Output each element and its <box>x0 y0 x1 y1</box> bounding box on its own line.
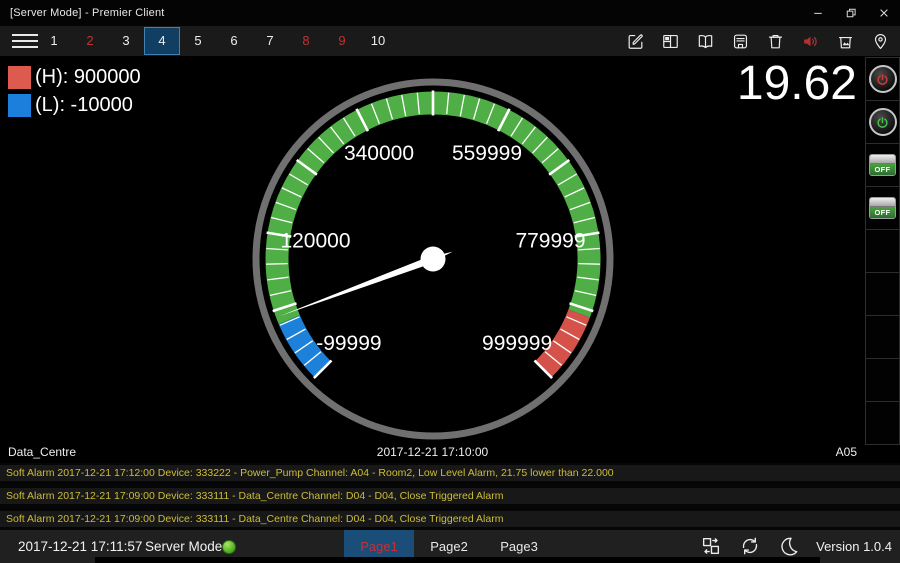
panel-cell-empty <box>865 358 900 402</box>
legend-high-row: (H): 900000 <box>8 66 141 89</box>
panel-cell-switch-off: OFF <box>865 143 900 187</box>
minimize-button[interactable] <box>801 0 834 26</box>
pages-icon <box>700 535 722 557</box>
toolbar-tab-6[interactable]: 6 <box>216 27 252 55</box>
alarm-row[interactable]: Soft Alarm 2017-12-21 17:09:00 Device: 3… <box>0 511 900 527</box>
night-button[interactable] <box>777 535 801 559</box>
svg-text:779999: 779999 <box>515 229 585 252</box>
switch-off-label: OFF <box>870 207 895 218</box>
high-alarm-swatch <box>8 66 31 89</box>
edit-icon <box>626 32 645 51</box>
window-title: [Server Mode] - Premier Client <box>10 7 165 19</box>
toolbar-tab-3[interactable]: 3 <box>108 27 144 55</box>
toolbar-tab-8[interactable]: 8 <box>288 27 324 55</box>
low-alarm-label: (L): -10000 <box>35 94 133 117</box>
gauge-timestamp: 2017-12-21 17:10:00 <box>0 445 865 459</box>
edit-button[interactable] <box>618 26 653 56</box>
snapshot-button[interactable] <box>828 26 863 56</box>
window-controls <box>801 0 900 26</box>
layout-button[interactable] <box>653 26 688 56</box>
speaker-icon <box>801 32 820 51</box>
low-alarm-swatch <box>8 94 31 117</box>
statusbar-icons <box>699 535 816 559</box>
legend-low-row: (L): -10000 <box>8 94 141 117</box>
toolbar-tab-9[interactable]: 9 <box>324 27 360 55</box>
power-icon <box>875 72 890 87</box>
svg-text:559999: 559999 <box>452 142 522 165</box>
pages-button[interactable] <box>699 535 723 559</box>
save-icon <box>731 32 750 51</box>
alarm-row[interactable]: Soft Alarm 2017-12-21 17:09:00 Device: 3… <box>0 488 900 504</box>
night-icon <box>778 535 800 557</box>
switch-off-label: OFF <box>870 164 895 175</box>
close-icon <box>878 7 890 19</box>
switch-top <box>870 155 895 164</box>
toolbar: 12345678910 <box>0 26 900 56</box>
power-on-button[interactable] <box>869 108 897 136</box>
panel-cell-power-green <box>865 100 900 144</box>
power-icon <box>875 115 890 130</box>
panel-cell-empty <box>865 229 900 273</box>
save-button[interactable] <box>723 26 758 56</box>
alarm-row[interactable]: Soft Alarm 2017-12-21 17:12:00 Device: 3… <box>0 465 900 481</box>
toolbar-tab-7[interactable]: 7 <box>252 27 288 55</box>
panel-cell-switch-off: OFF <box>865 186 900 230</box>
gauge-info-row: Data_Centre 2017-12-21 17:10:00 A05 <box>0 445 865 461</box>
rocker-switch[interactable]: OFF <box>869 154 896 176</box>
connection-status-indicator <box>222 540 236 554</box>
toolbar-tab-4[interactable]: 4 <box>144 27 180 55</box>
svg-text:-99999: -99999 <box>316 332 381 355</box>
main-screen: -99999 120000 340000 559999 779999 999999 (H)… <box>0 56 865 463</box>
toolbar-tab-1[interactable]: 1 <box>36 27 72 55</box>
title-bar: [Server Mode] - Premier Client <box>0 0 900 26</box>
toolbar-icons <box>618 26 898 56</box>
close-button[interactable] <box>867 0 900 26</box>
restore-button[interactable] <box>834 0 867 26</box>
version-label: Version 1.0.4 <box>816 539 892 554</box>
rocker-switch[interactable]: OFF <box>869 197 896 219</box>
snapshot-icon <box>836 32 855 51</box>
location-button[interactable] <box>863 26 898 56</box>
panel-cell-empty <box>865 272 900 316</box>
toolbar-tab-5[interactable]: 5 <box>180 27 216 55</box>
book-icon <box>696 32 715 51</box>
current-value-display: 19.62 <box>737 56 857 111</box>
location-icon <box>871 32 890 51</box>
panel-cell-power-red <box>865 57 900 101</box>
channel-name: A05 <box>836 445 857 459</box>
trash-icon <box>766 32 785 51</box>
layout-icon <box>661 32 680 51</box>
book-button[interactable] <box>688 26 723 56</box>
control-side-panel: OFF OFF <box>865 56 900 463</box>
alarm-list: Soft Alarm 2017-12-21 17:12:00 Device: 3… <box>0 463 900 530</box>
taskbar-edge <box>95 557 820 563</box>
high-alarm-label: (H): 900000 <box>35 66 141 89</box>
minimize-icon <box>812 7 824 19</box>
trash-button[interactable] <box>758 26 793 56</box>
svg-text:120000: 120000 <box>280 229 350 252</box>
svg-text:999999: 999999 <box>482 332 552 355</box>
sync-icon <box>739 535 761 557</box>
restore-icon <box>845 7 857 19</box>
svg-text:340000: 340000 <box>344 142 414 165</box>
alarm-legend: (H): 900000 (L): -10000 <box>8 66 141 122</box>
panel-cell-empty <box>865 315 900 359</box>
panel-cell-empty <box>865 401 900 445</box>
power-off-button[interactable] <box>869 65 897 93</box>
switch-top <box>870 198 895 207</box>
screen-tabs: 12345678910 <box>36 26 396 56</box>
toolbar-tab-10[interactable]: 10 <box>360 27 396 55</box>
toolbar-tab-2[interactable]: 2 <box>72 27 108 55</box>
sync-button[interactable] <box>738 535 762 559</box>
hamburger-icon <box>12 34 38 36</box>
speaker-button[interactable] <box>793 26 828 56</box>
